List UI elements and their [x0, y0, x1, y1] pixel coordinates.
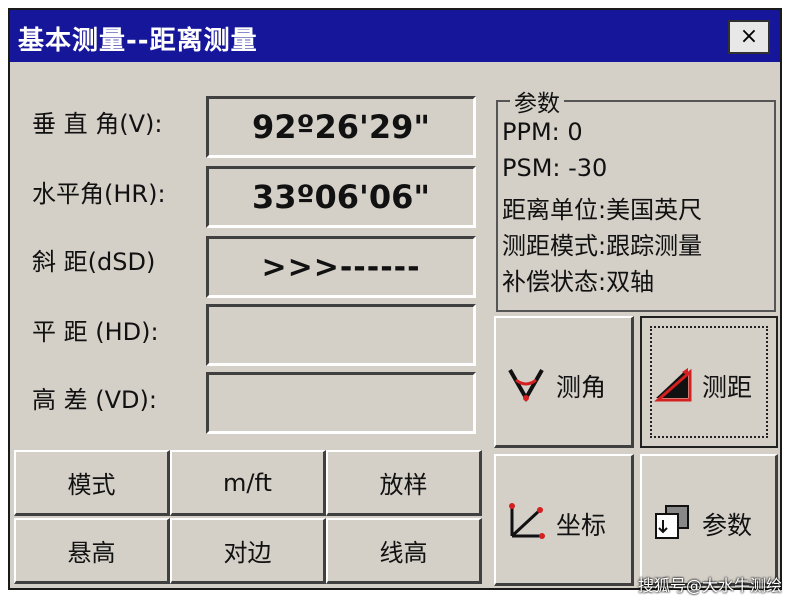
coordinates-label: 坐标 — [556, 511, 607, 540]
value-horizontal-angle: 33º06'06" — [206, 166, 476, 228]
close-button[interactable]: × — [728, 20, 770, 54]
value-vertical-angle: 92º26'29" — [206, 96, 476, 158]
angle-v-icon — [508, 369, 544, 403]
measure-angle-label: 测角 — [556, 373, 607, 402]
measure-distance-button[interactable]: 测距 — [640, 316, 778, 448]
label-height-difference: 高 差 (VD): — [32, 386, 157, 414]
label-horizontal-distance: 平 距 (HD): — [32, 318, 159, 346]
stakeout-button[interactable]: 放样 — [326, 450, 482, 516]
value-slope-distance: >>>------ — [206, 236, 476, 298]
parameters-button[interactable]: 参数 — [640, 454, 778, 586]
value-height-difference — [206, 372, 476, 434]
param-compensation: 补偿状态:双轴 — [502, 268, 655, 296]
param-measure-mode: 测距模式:跟踪测量 — [502, 232, 703, 260]
window-title: 基本测量--距离测量 — [18, 26, 258, 56]
watermark-text: 搜狐号@大水牛测绘 — [638, 576, 783, 595]
param-ppm: PPM: 0 — [502, 118, 583, 146]
value-horizontal-distance — [206, 304, 476, 366]
axes-coordinate-icon — [509, 503, 545, 539]
measure-angle-button[interactable]: 测角 — [494, 316, 634, 448]
line-height-button[interactable]: 线高 — [326, 518, 482, 584]
param-distance-unit: 距离单位:美国英尺 — [502, 196, 703, 224]
title-bar: 基本测量--距离测量 × — [10, 10, 780, 62]
unit-toggle-button[interactable]: m/ft — [170, 450, 326, 516]
params-title: 参数 — [510, 84, 564, 118]
label-vertical-angle: 垂 直 角(V): — [32, 110, 163, 138]
label-slope-distance: 斜 距(dSD) — [32, 248, 156, 276]
measure-distance-label: 测距 — [702, 373, 753, 402]
mode-button[interactable]: 模式 — [14, 450, 170, 516]
coordinates-button[interactable]: 坐标 — [494, 454, 634, 586]
parameters-label: 参数 — [702, 511, 753, 540]
label-horizontal-angle: 水平角(HR): — [32, 180, 166, 208]
distance-triangle-icon — [654, 368, 692, 402]
app-window: 基本测量--距离测量 × 垂 直 角(V): 水平角(HR): 斜 距(dSD)… — [8, 8, 782, 590]
settings-doc-icon — [655, 505, 689, 539]
remote-height-button[interactable]: 悬高 — [14, 518, 170, 584]
opposite-side-button[interactable]: 对边 — [170, 518, 326, 584]
param-psm: PSM: -30 — [502, 154, 608, 182]
